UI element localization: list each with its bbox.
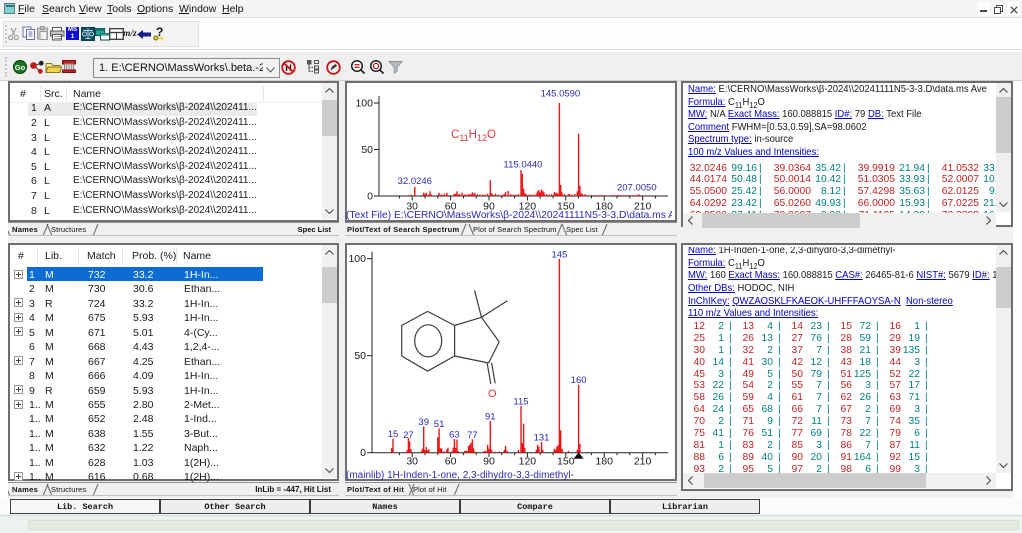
svg-text:180: 180 (595, 456, 613, 468)
svg-text:115.0440: 115.0440 (504, 160, 543, 171)
svg-text:210: 210 (634, 456, 652, 468)
svg-text:32.0246: 32.0246 (398, 176, 432, 187)
svg-text:15: 15 (388, 429, 399, 440)
svg-text:160: 160 (571, 375, 587, 386)
svg-text:50: 50 (354, 350, 366, 362)
svg-text:39: 39 (418, 417, 429, 428)
svg-text:60: 60 (445, 456, 457, 468)
svg-text:C11H12O: C11H12O (451, 129, 496, 143)
svg-text:100: 100 (355, 98, 373, 110)
svg-text:145: 145 (551, 250, 567, 261)
svg-text:100: 100 (348, 253, 366, 265)
svg-text:77: 77 (467, 430, 478, 441)
svg-text:90: 90 (483, 456, 495, 468)
svg-text:115: 115 (513, 397, 528, 408)
svg-text:91: 91 (485, 412, 496, 423)
svg-text:51: 51 (434, 419, 445, 430)
svg-text:50: 50 (361, 144, 373, 156)
svg-text:63: 63 (449, 430, 460, 441)
svg-text:0: 0 (360, 447, 366, 459)
svg-text:30: 30 (406, 456, 418, 468)
svg-text:150: 150 (557, 456, 575, 468)
svg-text:0: 0 (367, 191, 373, 203)
svg-text:207.0050: 207.0050 (617, 183, 657, 194)
svg-text:27: 27 (403, 430, 414, 441)
svg-text:131: 131 (534, 433, 550, 444)
svg-text:145.0590: 145.0590 (541, 89, 581, 100)
svg-text:O: O (488, 388, 497, 400)
svg-text:120: 120 (519, 456, 537, 468)
